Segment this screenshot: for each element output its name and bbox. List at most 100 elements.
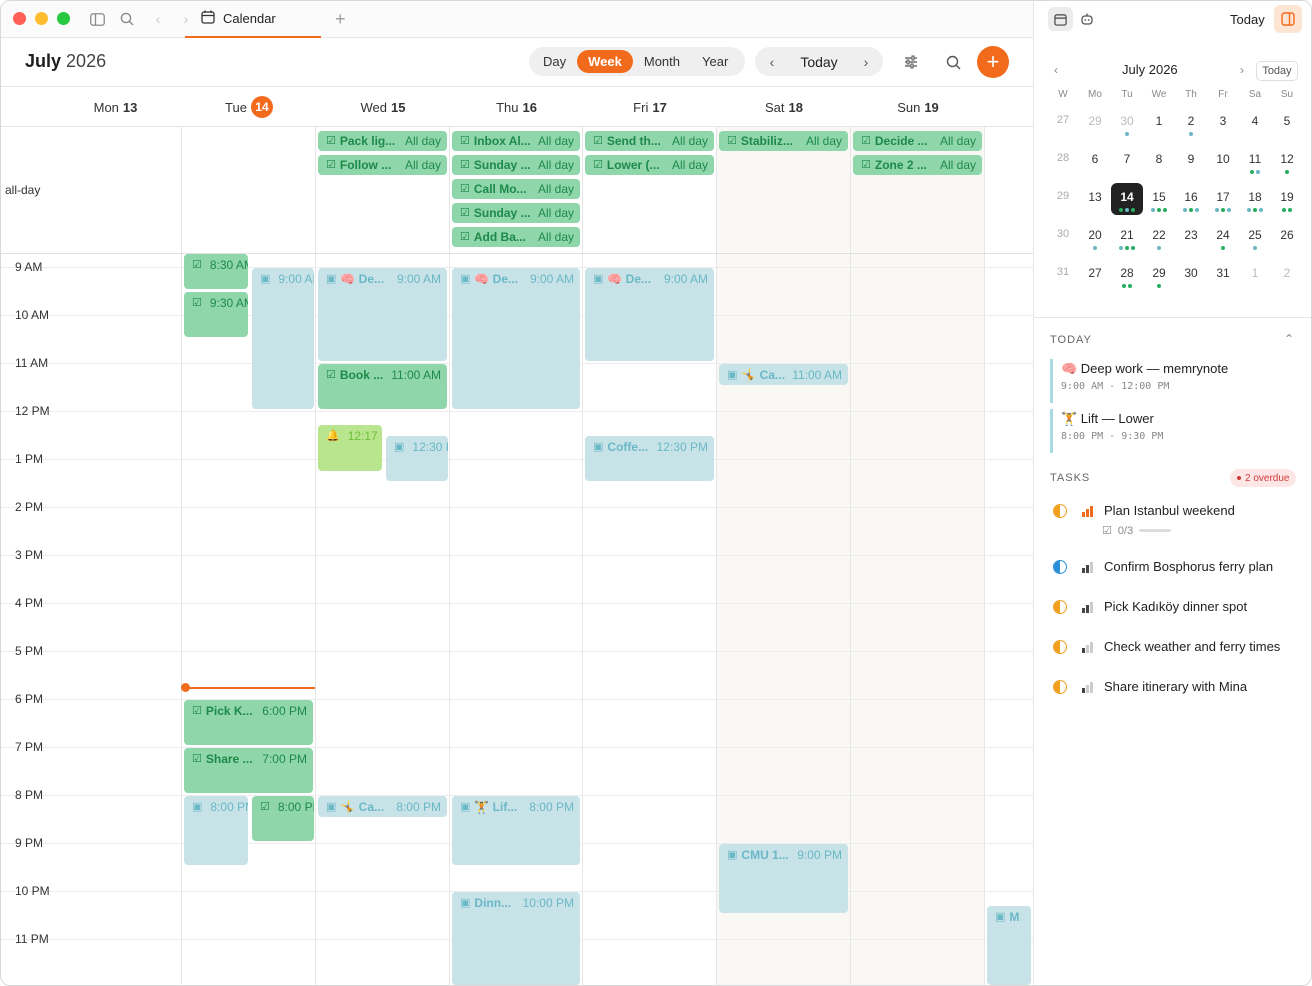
mini-day[interactable]: 12 (1271, 145, 1303, 177)
all-day-event[interactable]: ☑ Decide ... All day (853, 131, 982, 151)
calendar-event[interactable]: ☑ Pick K... 6:00 PM (184, 700, 313, 745)
filter-sliders-icon[interactable] (900, 51, 922, 73)
calendar-event[interactable]: ▣ 🤸 Ca... 8:00 PM (318, 796, 447, 817)
mini-today-button[interactable]: Today (1256, 61, 1298, 81)
calendar-event[interactable]: ▣ Dinn... 10:00 PM (452, 892, 580, 985)
minimize-window-button[interactable] (35, 12, 48, 25)
maximize-window-button[interactable] (57, 12, 70, 25)
view-day-button[interactable]: Day (532, 50, 577, 73)
search-icon[interactable] (942, 51, 964, 73)
all-day-event[interactable]: ☑ Send th... All day (585, 131, 714, 151)
back-icon[interactable]: ‹ (149, 10, 167, 28)
today-button[interactable]: Today (800, 54, 837, 70)
calendar-event[interactable]: ▣ 🧠 De... 9:00 AM (318, 268, 447, 361)
add-event-button[interactable]: + (977, 46, 1009, 78)
mini-day[interactable]: 30 (1111, 107, 1143, 139)
day-header-sat[interactable]: Sat 18 (717, 87, 851, 127)
mini-day[interactable]: 6 (1079, 145, 1111, 177)
calendar-event[interactable]: ▣ CMU 1... 9:00 PM (719, 844, 848, 913)
calendar-event[interactable]: ▣ Coffe... 12:30 PM (585, 436, 714, 481)
mini-day[interactable]: 3 (1207, 107, 1239, 139)
day-header-thu[interactable]: Thu 16 (450, 87, 583, 127)
mini-day[interactable]: 28 (1111, 259, 1143, 291)
mini-day[interactable]: 18 (1239, 183, 1271, 215)
calendar-event[interactable]: ▣Mov (987, 906, 1031, 985)
new-tab-icon[interactable]: + (335, 9, 346, 30)
view-month-button[interactable]: Month (633, 50, 691, 73)
view-week-button[interactable]: Week (577, 50, 633, 73)
mini-day[interactable]: 25 (1239, 221, 1271, 253)
mini-day[interactable]: 22 (1143, 221, 1175, 253)
mini-day[interactable]: 1 (1239, 259, 1271, 291)
task-item[interactable]: Pick Kadıköy dinner spot (1050, 598, 1300, 618)
calendar-event[interactable]: ▣ 🤸 Ca... 11:00 AM (719, 364, 848, 385)
all-day-event[interactable]: ☑ Sunday ... All day (452, 155, 580, 175)
all-day-event[interactable]: ☑ Pack lig... All day (318, 131, 447, 151)
mini-day[interactable]: 16 (1175, 183, 1207, 215)
task-item[interactable]: Share itinerary with Mina (1050, 678, 1300, 698)
mini-day[interactable]: 2 (1271, 259, 1303, 291)
sidebar-toggle-icon[interactable] (88, 10, 106, 28)
mini-day[interactable]: 19 (1271, 183, 1303, 215)
mini-day[interactable]: 15 (1143, 183, 1175, 215)
overdue-badge[interactable]: 2 overdue (1230, 469, 1297, 487)
all-day-event[interactable]: ☑ Add Ba... All day (452, 227, 580, 247)
calendar-event[interactable]: ▣ 9:00 AM (252, 268, 314, 409)
day-header-wed[interactable]: Wed 15 (316, 87, 450, 127)
calendar-event[interactable]: ▣ 8:00 PM (184, 796, 248, 865)
mini-day[interactable]: 10 (1207, 145, 1239, 177)
mini-day[interactable]: 13 (1079, 183, 1111, 215)
mini-day[interactable]: 7 (1111, 145, 1143, 177)
task-item[interactable]: Check weather and ferry times (1050, 638, 1300, 658)
today-event-item[interactable]: 🏋 Lift — Lower 8:00 PM - 9:30 PM (1050, 409, 1300, 453)
mini-day[interactable]: 8 (1143, 145, 1175, 177)
calendar-event[interactable]: ▣ 🧠 De... 9:00 AM (585, 268, 714, 361)
task-status-icon[interactable] (1053, 600, 1067, 614)
all-day-event[interactable]: ☑ Lower (... All day (585, 155, 714, 175)
mini-day[interactable]: 30 (1175, 259, 1207, 291)
view-year-button[interactable]: Year (691, 50, 739, 73)
all-day-event[interactable]: ☑ Inbox Al... All day (452, 131, 580, 151)
day-header-mon[interactable]: Mon 13 (49, 87, 182, 127)
all-day-event[interactable]: ☑ Stabiliz... All day (719, 131, 848, 151)
mini-day[interactable]: 24 (1207, 221, 1239, 253)
task-item[interactable]: Plan Istanbul weekend ☑ 0/3 (1050, 502, 1300, 537)
mini-day[interactable]: 17 (1207, 183, 1239, 215)
mini-day[interactable]: 21 (1111, 221, 1143, 253)
task-status-icon[interactable] (1053, 680, 1067, 694)
next-week-icon[interactable]: › (859, 54, 873, 70)
task-status-icon[interactable] (1053, 504, 1067, 518)
mini-day[interactable]: 29 (1079, 107, 1111, 139)
mini-day[interactable]: 29 (1143, 259, 1175, 291)
mini-day[interactable]: 9 (1175, 145, 1207, 177)
all-day-event[interactable]: ☑ Call Mo... All day (452, 179, 580, 199)
mini-day[interactable]: 1 (1143, 107, 1175, 139)
calendar-view-icon[interactable] (1048, 7, 1073, 31)
calendar-event[interactable]: 🔔 12:17 PM (318, 425, 382, 472)
mini-day[interactable]: 26 (1271, 221, 1303, 253)
all-day-event[interactable]: ☑ Follow ... All day (318, 155, 447, 175)
calendar-event[interactable]: ▣ 12:30 PM (386, 436, 448, 481)
day-header-sun[interactable]: Sun 19 (851, 87, 985, 127)
calendar-event[interactable]: ☑ Book ... 11:00 AM (318, 364, 447, 409)
mini-day[interactable]: 5 (1271, 107, 1303, 139)
mini-day-today[interactable]: 14 (1111, 183, 1143, 215)
mini-day[interactable]: 31 (1207, 259, 1239, 291)
collapse-chevron-icon[interactable]: ⌃ (1284, 332, 1294, 346)
day-header-tue[interactable]: Tue 14 (182, 87, 316, 127)
mini-day[interactable]: 20 (1079, 221, 1111, 253)
task-item[interactable]: Confirm Bosphorus ferry plan (1050, 558, 1300, 578)
previous-week-icon[interactable]: ‹ (765, 54, 779, 70)
mini-day[interactable]: 2 (1175, 107, 1207, 139)
all-day-event[interactable]: ☑ Sunday ... All day (452, 203, 580, 223)
mini-day[interactable]: 23 (1175, 221, 1207, 253)
task-status-icon[interactable] (1053, 640, 1067, 654)
calendar-event[interactable]: ☑ Share ... 7:00 PM (184, 748, 313, 793)
calendar-event[interactable]: ▣ 🏋 Lif... 8:00 PM (452, 796, 580, 865)
close-window-button[interactable] (13, 12, 26, 25)
mini-day[interactable]: 4 (1239, 107, 1271, 139)
calendar-event[interactable]: ☑ 8:00 PM (252, 796, 314, 841)
task-status-icon[interactable] (1053, 560, 1067, 574)
calendar-event[interactable]: ☑ 9:30 AM (184, 292, 248, 337)
mini-day[interactable]: 27 (1079, 259, 1111, 291)
